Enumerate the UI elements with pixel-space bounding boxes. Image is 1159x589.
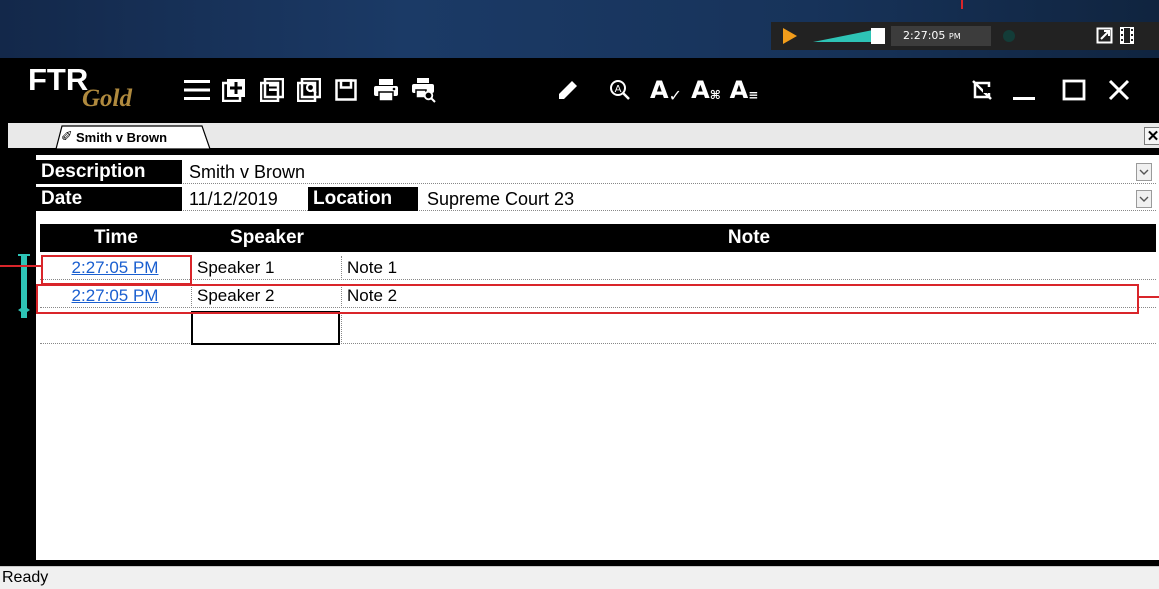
logo-main: FTR: [28, 62, 89, 97]
play-icon[interactable]: [783, 28, 797, 44]
timeline-bar: [12, 155, 36, 560]
description-field[interactable]: Smith v Brown: [184, 160, 305, 184]
new-document-icon[interactable]: [218, 74, 250, 106]
svg-text:A: A: [615, 84, 622, 95]
annotation-box-time: [41, 255, 192, 285]
list-letter: A: [729, 76, 749, 104]
column-header-note[interactable]: Note: [342, 224, 1156, 252]
row-speaker-cell[interactable]: Speaker 1: [192, 256, 340, 280]
special-characters-icon[interactable]: A ⌘: [690, 74, 722, 106]
popout-icon[interactable]: [1096, 27, 1113, 44]
menu-icon[interactable]: [181, 74, 213, 106]
maximize-icon[interactable]: [1058, 74, 1090, 106]
open-search-icon[interactable]: [293, 74, 325, 106]
annotation-line-left: [0, 265, 42, 267]
app-screen: 2:27:05 PM FTR Gold A A ✓ A ⌘ A ≡ ✐ Smit…: [0, 0, 1159, 589]
time-ampm: PM: [948, 32, 961, 41]
main-toolbar: FTR Gold A A ✓ A ⌘ A ≡: [0, 58, 1159, 123]
description-dropdown-button[interactable]: [1136, 163, 1152, 181]
mini-player-bar: 2:27:05 PM: [771, 22, 1159, 50]
spell-check-icon[interactable]: A ✓: [650, 74, 682, 106]
mini-player-time: 2:27:05 PM: [891, 26, 991, 46]
time-value: 2:27:05: [903, 29, 946, 42]
chevron-down-icon: [1139, 169, 1149, 175]
location-dropdown-button[interactable]: [1136, 190, 1152, 208]
description-row: Description Smith v Brown: [36, 160, 1156, 184]
record-indicator-icon: [1003, 30, 1015, 42]
annotation-box-row: [36, 284, 1139, 314]
close-icon[interactable]: [1103, 74, 1135, 106]
row-note-cell[interactable]: Note 1: [342, 256, 1152, 280]
annotation-line-top: [961, 0, 963, 9]
date-location-row: Date 11/12/2019 Location Supreme Court 2…: [36, 187, 1156, 211]
notes-grid-header: Time Speaker Note: [40, 224, 1156, 252]
timeline-marker-icon[interactable]: [18, 254, 30, 318]
document-body: [12, 155, 1159, 560]
logo-sub: Gold: [82, 85, 132, 112]
column-divider: [341, 312, 342, 344]
location-label: Location: [308, 187, 418, 211]
special-sub: ⌘: [709, 88, 721, 102]
find-icon[interactable]: A: [604, 74, 636, 106]
edit-pencil-icon[interactable]: [552, 74, 584, 106]
tab-close-button[interactable]: ✕: [1144, 127, 1159, 145]
paperclip-icon: ✐: [61, 128, 73, 144]
date-field[interactable]: 11/12/2019: [184, 187, 278, 211]
text-list-icon[interactable]: A ≡: [728, 74, 760, 106]
unpin-icon[interactable]: [966, 74, 998, 106]
minimize-icon[interactable]: [1008, 74, 1040, 106]
spell-check-letter: A: [650, 76, 669, 104]
spell-check-mark: ✓: [668, 85, 682, 105]
annotation-line-right: [1139, 296, 1159, 298]
column-header-time[interactable]: Time: [40, 224, 192, 252]
film-icon[interactable]: [1120, 27, 1134, 44]
status-text: Ready: [2, 569, 49, 586]
chevron-down-icon: [1139, 196, 1149, 202]
volume-icon[interactable]: [813, 26, 885, 46]
document-tab-label: Smith v Brown: [76, 130, 168, 145]
ftr-gold-logo: FTR Gold: [28, 62, 158, 120]
table-row[interactable]: 2:27:05 PM Speaker 1 Note 1: [40, 256, 1156, 280]
special-letter: A: [691, 76, 710, 104]
date-label: Date: [36, 187, 182, 211]
print-icon[interactable]: [370, 74, 402, 106]
document-tab-bar: ✐ Smith v Brown ✕: [8, 123, 1159, 149]
selected-speaker-cell[interactable]: [191, 311, 340, 345]
column-header-speaker[interactable]: Speaker: [192, 224, 342, 252]
location-field[interactable]: Supreme Court 23: [422, 187, 574, 211]
save-icon[interactable]: [330, 74, 362, 106]
status-bar: Ready: [0, 566, 1159, 589]
description-label: Description: [36, 160, 182, 184]
open-document-icon[interactable]: [256, 74, 288, 106]
list-sub: ≡: [748, 88, 759, 102]
print-preview-icon[interactable]: [408, 74, 440, 106]
